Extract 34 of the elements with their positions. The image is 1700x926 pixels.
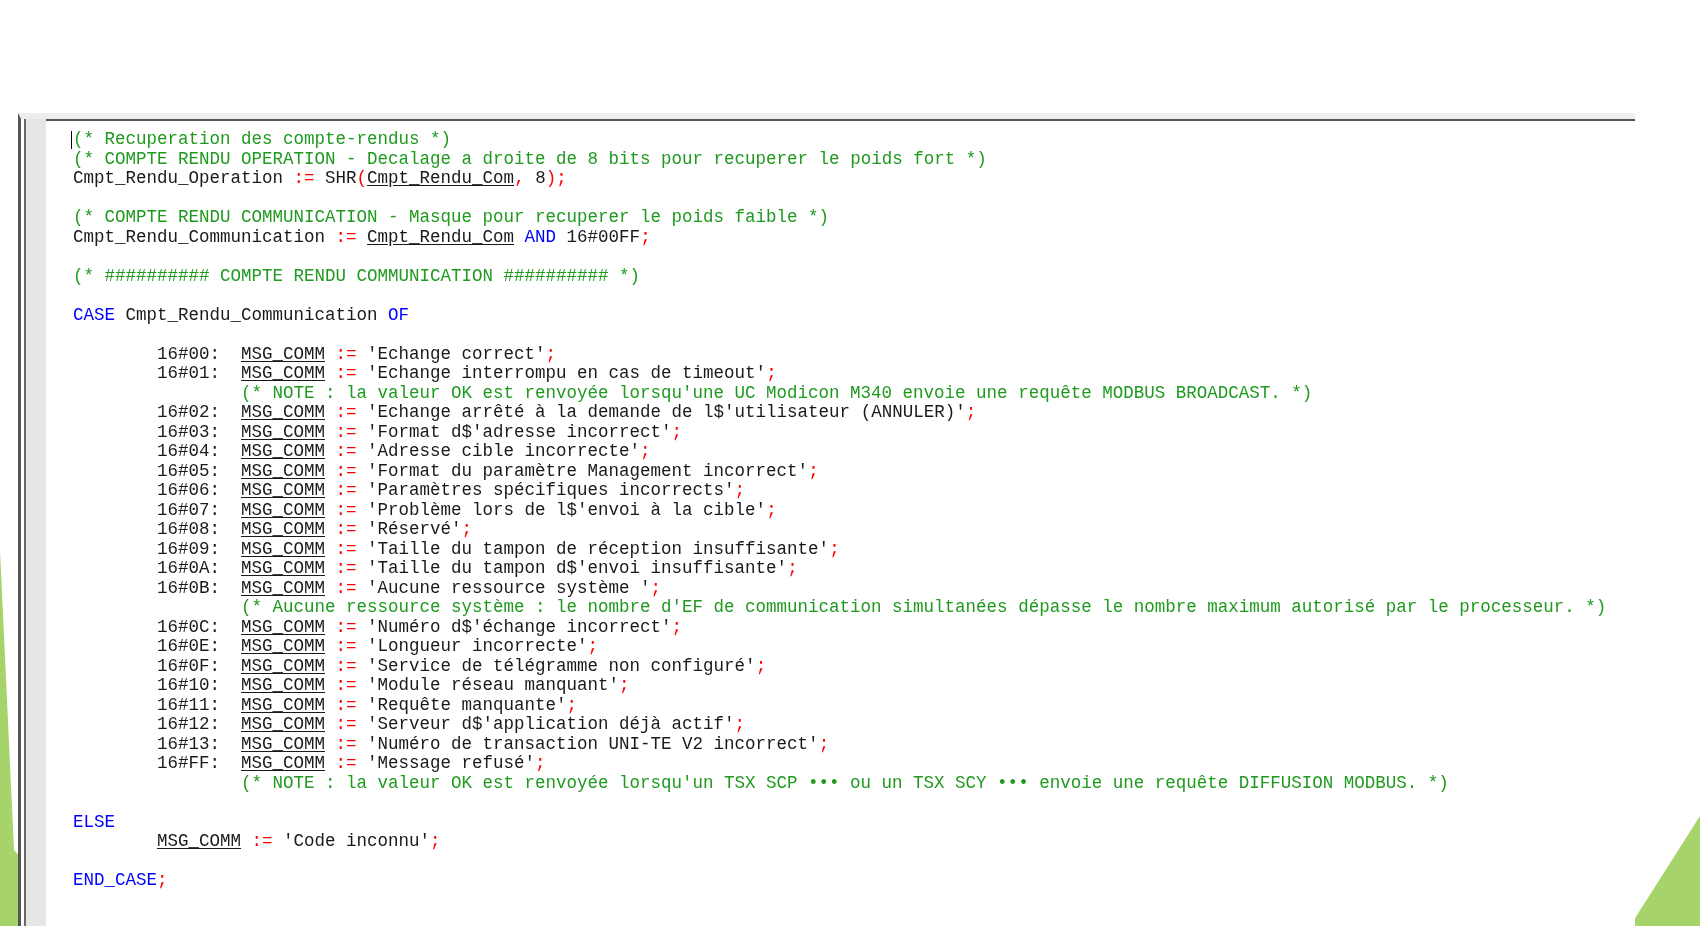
code-line: 16#0F: MSG_COMM := 'Service de télégramme non configuré'; xyxy=(157,655,767,676)
code-line: 16#01: MSG_COMM := 'Echange interrompu en cas de timeout'; xyxy=(157,363,777,383)
code-line: 16#05: MSG_COMM := 'Format du paramètre Management incorrect'; xyxy=(157,460,819,481)
code-line: 16#09: MSG_COMM := 'Taille du tampon de réception insuffisante'; xyxy=(157,538,840,559)
code-line: (* COMPTE RENDU COMMUNICATION - Masque pour recuperer le poids faible *) xyxy=(73,207,830,227)
text-cursor xyxy=(71,131,72,149)
code-line: MSG_COMM := 'Code inconnu'; xyxy=(157,831,441,851)
code-line: Cmpt_Rendu_Communication := Cmpt_Rendu_Com AND 16#00FF; xyxy=(73,226,651,247)
code-line: (* ########## COMPTE RENDU COMMUNICATION ########## *) xyxy=(73,265,641,286)
code-line: 16#11: MSG_COMM := 'Requête manquante'; xyxy=(157,694,578,715)
code-line: CASE Cmpt_Rendu_Communication OF xyxy=(73,304,410,325)
code-line: (* COMPTE RENDU OPERATION - Decalage a droite de 8 bits pour recuperer le poids fort *) xyxy=(73,148,987,169)
code-line: (* Recuperation des compte-rendus *) xyxy=(73,129,452,149)
code-line: ELSE xyxy=(73,811,115,832)
code-line: 16#0E: MSG_COMM := 'Longueur incorrecte'; xyxy=(157,636,599,656)
code-line: 16#02: MSG_COMM := 'Echange arrêté à la demande de l$'utilisateur (ANNULER)'; xyxy=(157,402,977,422)
code-line: (* NOTE : la valeur OK est renvoyée lorsqu'une UC Modicon M340 envoie une requête MODBUS BROADCAST. *) xyxy=(241,382,1313,403)
code-line: (* Aucune ressource système : le nombre d'EF de communication simultanées dépasse le nombre maximum autorisé par le processeur. *) xyxy=(241,597,1607,617)
code-line: 16#07: MSG_COMM := 'Problème lors de l$'envoi à la cible'; xyxy=(157,499,777,520)
code-line: 16#0B: MSG_COMM := 'Aucune ressource système '; xyxy=(157,577,662,598)
code-line: 16#06: MSG_COMM := 'Paramètres spécifiques incorrects'; xyxy=(157,480,746,500)
code-line: 16#12: MSG_COMM := 'Serveur d$'application déjà actif'; xyxy=(157,714,746,734)
code-line: Cmpt_Rendu_Operation := SHR(Cmpt_Rendu_Com, 8); xyxy=(73,168,567,188)
code-line: 16#00: MSG_COMM := 'Echange correct'; xyxy=(157,343,557,364)
code-line: 16#10: MSG_COMM := 'Module réseau manquant'; xyxy=(157,675,630,695)
code-line: 16#03: MSG_COMM := 'Format d$'adresse incorrect'; xyxy=(157,421,683,442)
code-line: 16#04: MSG_COMM := 'Adresse cible incorrecte'; xyxy=(157,441,651,461)
code-line: END_CASE; xyxy=(73,870,168,890)
code-line: 16#0A: MSG_COMM := 'Taille du tampon d$'envoi insuffisante'; xyxy=(157,558,798,578)
code-line: 16#0C: MSG_COMM := 'Numéro d$'échange incorrect'; xyxy=(157,616,683,637)
code-line: 16#13: MSG_COMM := 'Numéro de transaction UNI-TE V2 incorrect'; xyxy=(157,733,830,754)
code-line: (* NOTE : la valeur OK est renvoyée lorsqu'un TSX SCP ••• ou un TSX SCY ••• envoie une requête DIFFUSION MODBUS. *) xyxy=(241,772,1449,793)
code-line: 16#08: MSG_COMM := 'Réservé'; xyxy=(157,519,473,539)
code-line: 16#FF: MSG_COMM := 'Message refusé'; xyxy=(157,753,546,773)
